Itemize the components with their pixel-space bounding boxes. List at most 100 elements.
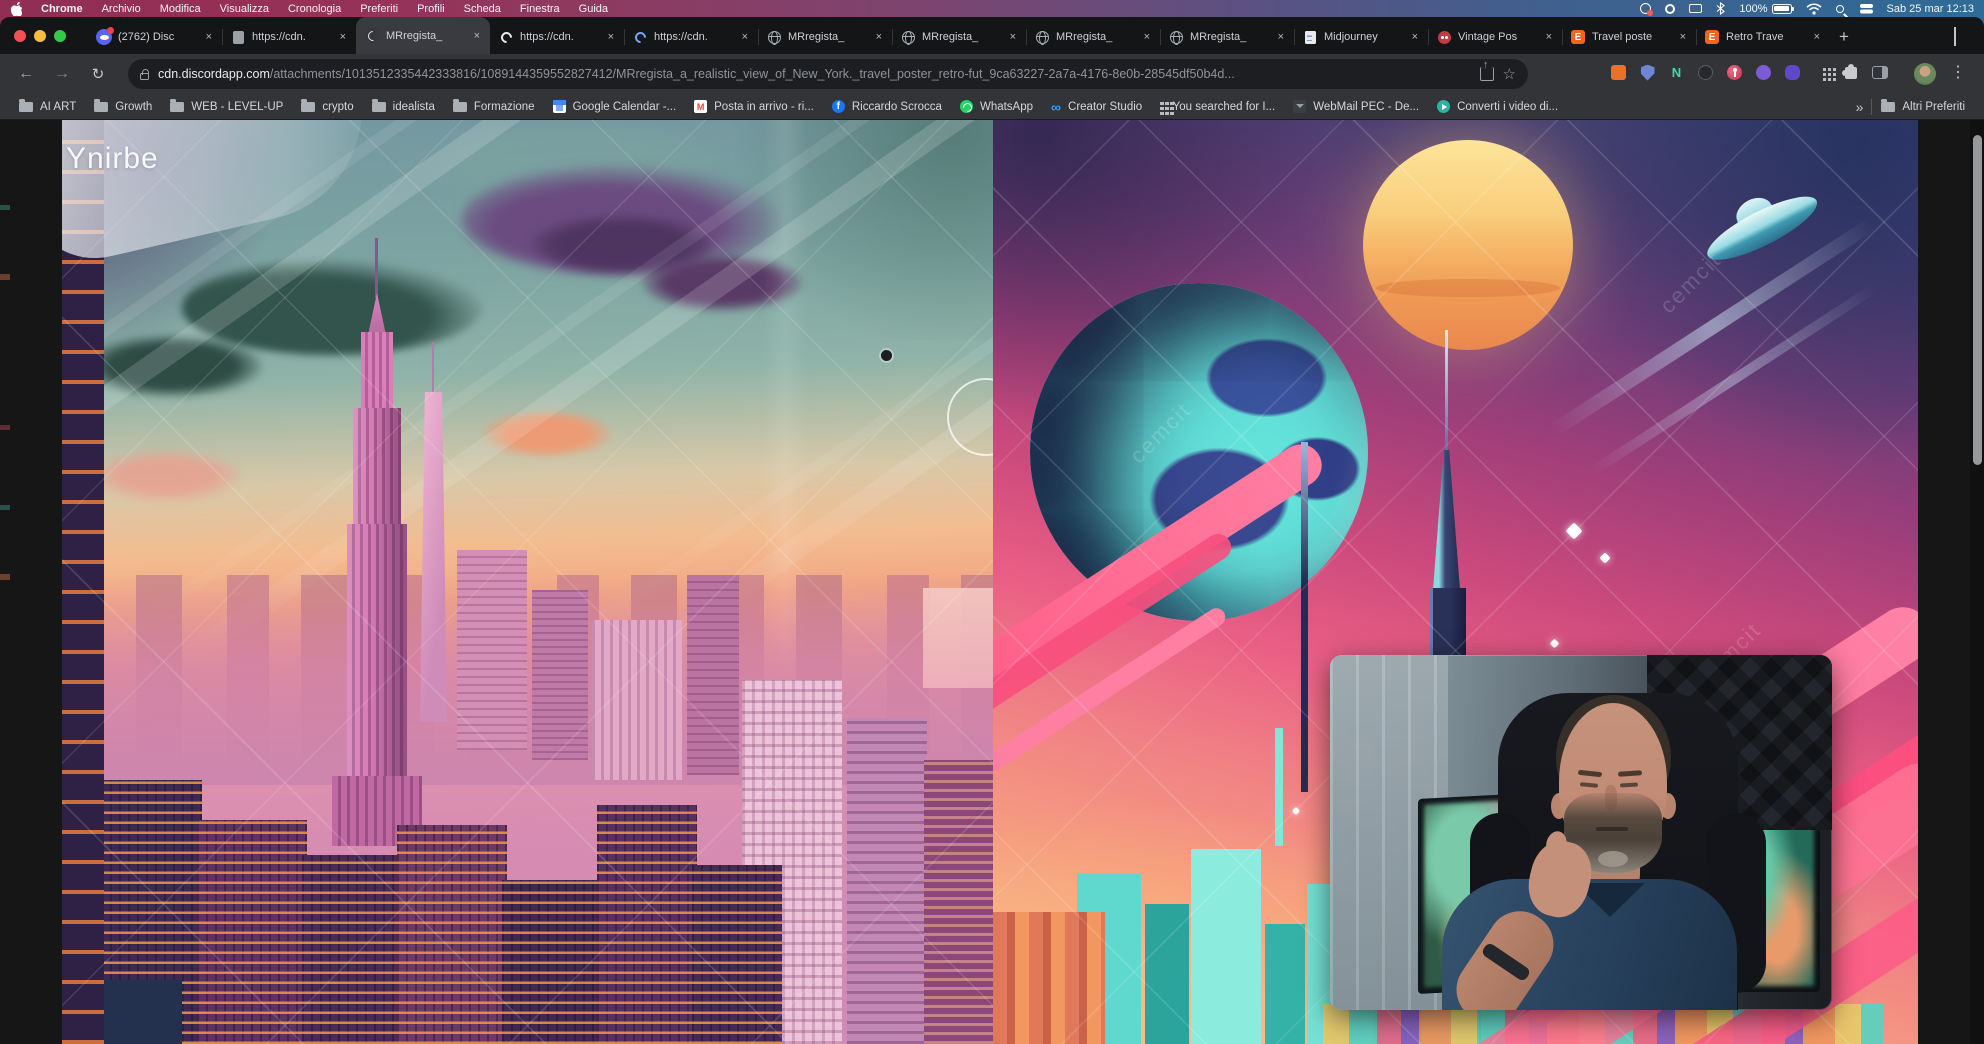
screen: Chrome Archivio Modifica Visualizza Cron… (0, 0, 1984, 1044)
orange-extension-icon[interactable] (1610, 64, 1627, 81)
tab-search-chevron-icon[interactable] (1954, 27, 1968, 41)
bookmark-you-searched[interactable]: You searched for I... (1151, 97, 1284, 117)
bookmark-folder-growth[interactable]: Growth (85, 97, 161, 117)
chrome-menu-icon[interactable]: ⋮ (1950, 62, 1966, 82)
tab-cdn-1[interactable]: https://cdn. × (222, 20, 356, 54)
bookmark-folder-web-level-up[interactable]: WEB - LEVEL-UP (161, 97, 292, 117)
extensions-puzzle-icon[interactable] (1842, 64, 1859, 81)
purple-blob-extension-icon[interactable] (1784, 64, 1801, 81)
tab-midjourney[interactable]: Midjourney × (1294, 20, 1428, 54)
tab-travel-posters[interactable]: E Travel poste × (1562, 20, 1696, 54)
folder-icon (94, 102, 108, 112)
menu-item-preferiti[interactable]: Preferiti (360, 3, 398, 15)
tab-close-icon[interactable]: × (1812, 31, 1822, 43)
tab-close-icon[interactable]: × (1142, 31, 1152, 43)
tab-retro-travel[interactable]: E Retro Trave × (1696, 20, 1830, 54)
bookmark-converti-video[interactable]: Converti i video di... (1428, 97, 1567, 117)
menu-item-visualizza[interactable]: Visualizza (220, 3, 269, 15)
bookmark-gmail-inbox[interactable]: MPosta in arrivo - ri... (685, 97, 823, 117)
tab-mrregista-active[interactable]: MRregista_ × (356, 17, 490, 54)
address-bar[interactable]: cdn.discordapp.com/attachments/101351233… (128, 59, 1528, 89)
scrollbar-track[interactable] (1970, 120, 1984, 1044)
tab-mrregista-3[interactable]: MRregista_ × (892, 20, 1026, 54)
back-button[interactable]: ← (14, 62, 38, 86)
tab-mrregista-2[interactable]: MRregista_ × (758, 20, 892, 54)
bookmark-folder-ai-art[interactable]: AI ART (10, 97, 85, 117)
tab-mrregista-4[interactable]: MRregista_ × (1026, 20, 1160, 54)
tab-close-icon[interactable]: × (338, 31, 348, 43)
tab-close-icon[interactable]: × (740, 31, 750, 43)
bookmark-webmail-pec[interactable]: WebMail PEC - De... (1284, 97, 1428, 117)
minimize-window-button[interactable] (34, 30, 46, 42)
person-mouth (1596, 827, 1628, 831)
window-controls (14, 30, 66, 42)
bookmark-star-icon[interactable]: ☆ (1503, 65, 1516, 83)
tab-cdn-2[interactable]: https://cdn. × (490, 20, 624, 54)
tab-title: Midjourney (1324, 31, 1404, 43)
tab-mrregista-5[interactable]: MRregista_ × (1160, 20, 1294, 54)
menu-item-archivio[interactable]: Archivio (102, 3, 141, 15)
bluetooth-icon[interactable] (1716, 2, 1725, 15)
reload-button[interactable]: ↻ (86, 62, 110, 86)
tab-close-icon[interactable]: × (1678, 31, 1688, 43)
tab-cdn-3[interactable]: https://cdn. × (624, 20, 758, 54)
menu-item-profili[interactable]: Profili (417, 3, 445, 15)
tab-close-icon[interactable]: × (472, 30, 482, 42)
notion-extension-icon[interactable]: N (1668, 64, 1685, 81)
tab-close-icon[interactable]: × (1276, 31, 1286, 43)
bookmark-creator-studio[interactable]: ∞Creator Studio (1042, 97, 1151, 117)
forward-button[interactable]: → (50, 62, 74, 86)
bookmark-folder-formazione[interactable]: Formazione (444, 97, 544, 117)
screen-record-icon[interactable] (1640, 3, 1651, 14)
url-text[interactable]: cdn.discordapp.com/attachments/101351233… (158, 67, 1463, 81)
side-panel-icon[interactable] (1871, 64, 1888, 81)
tab-close-icon[interactable]: × (606, 31, 616, 43)
discord-favicon (96, 29, 112, 45)
url-path: /attachments/1013512335442333816/1089144… (270, 67, 1235, 81)
meta-infinity-icon: ∞ (1051, 101, 1061, 113)
display-icon[interactable] (1689, 4, 1702, 13)
battery-status[interactable]: 100% (1739, 3, 1791, 15)
close-window-button[interactable] (14, 30, 26, 42)
menu-item-finestra[interactable]: Finestra (520, 3, 560, 15)
menu-item-cronologia[interactable]: Cronologia (288, 3, 341, 15)
spotlight-search-icon[interactable] (1836, 5, 1844, 13)
menu-bar-clock[interactable]: Sab 25 mar 12:13 (1887, 3, 1974, 15)
share-icon[interactable]: ↑ (1480, 67, 1494, 81)
left-poster-new-york[interactable]: Ynirbe (62, 120, 993, 1044)
bookmark-other-bookmarks[interactable]: Altri Preferiti (1872, 97, 1974, 117)
tab-vintage-posters[interactable]: Vintage Pos × (1428, 20, 1562, 54)
bookmark-whatsapp[interactable]: WhatsApp (951, 97, 1042, 117)
grid-extension-icon[interactable] (1813, 64, 1830, 81)
scrollbar-thumb[interactable] (1973, 135, 1982, 465)
menu-item-chrome[interactable]: Chrome (41, 3, 83, 15)
tab-close-icon[interactable]: × (1544, 31, 1554, 43)
menu-item-guida[interactable]: Guida (579, 3, 608, 15)
tab-discord[interactable]: (2762) Disc × (88, 20, 222, 54)
tab-close-icon[interactable]: × (1410, 31, 1420, 43)
app-ring-icon[interactable] (1665, 4, 1675, 14)
menu-item-modifica[interactable]: Modifica (160, 3, 201, 15)
bookmarks-overflow-chevron[interactable]: » (1848, 99, 1872, 115)
tab-close-icon[interactable]: × (1008, 31, 1018, 43)
macos-menu-bar: Chrome Archivio Modifica Visualizza Cron… (0, 0, 1984, 17)
shield-extension-icon[interactable] (1639, 64, 1656, 81)
profile-avatar[interactable] (1914, 63, 1936, 85)
wifi-icon[interactable] (1806, 3, 1822, 15)
bookmark-google-calendar[interactable]: Google Calendar -... (544, 97, 686, 117)
bookmark-folder-crypto[interactable]: crypto (292, 97, 362, 117)
dark-circle-extension-icon[interactable] (1697, 64, 1714, 81)
control-center-icon[interactable] (1860, 4, 1873, 8)
new-tab-button[interactable]: + (1830, 23, 1858, 51)
bookmark-facebook-profile[interactable]: fRiccardo Scrocca (823, 97, 951, 117)
tab-close-icon[interactable]: × (204, 31, 214, 43)
password-key-extension-icon[interactable] (1726, 64, 1743, 81)
purple-circle-extension-icon[interactable] (1755, 64, 1772, 81)
webmail-icon (1293, 100, 1306, 113)
webcam-overlay (1330, 655, 1832, 1010)
bookmark-folder-idealista[interactable]: idealista (363, 97, 444, 117)
tab-close-icon[interactable]: × (874, 31, 884, 43)
apple-menu-icon[interactable] (10, 2, 22, 16)
zoom-window-button[interactable] (54, 30, 66, 42)
menu-item-scheda[interactable]: Scheda (464, 3, 501, 15)
